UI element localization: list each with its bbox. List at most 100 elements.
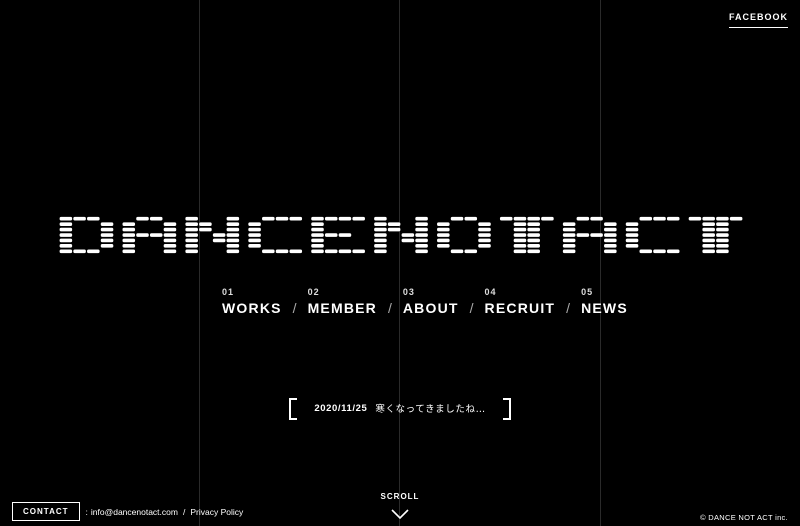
- logo-pixel: [527, 249, 540, 254]
- news-date: 2020/11/25: [314, 402, 368, 414]
- logo-pixel: [604, 238, 617, 243]
- logo-pixel: [604, 244, 617, 248]
- facebook-link[interactable]: FACEBOOK: [728, 12, 788, 28]
- logo-pixel: [185, 238, 198, 243]
- contact-button[interactable]: CONTACT: [12, 502, 80, 521]
- logo-pixel: [311, 227, 324, 232]
- logo-pixel: [163, 244, 177, 248]
- logo-pixel: [729, 216, 743, 221]
- email-link[interactable]: info@dancenotact.com: [91, 507, 178, 517]
- nav-item-works[interactable]: 01 WORKS: [222, 287, 282, 316]
- nav-separator: /: [387, 300, 392, 316]
- logo-pixel: [59, 244, 73, 248]
- nav-separator: /: [292, 300, 297, 316]
- main-nav: 01 WORKS / 02 MEMBER / 03 ABOUT / 04 REC…: [222, 287, 628, 316]
- logo-pixel: [374, 244, 387, 248]
- logo-pixel: [604, 222, 617, 226]
- logo-pixel: [324, 233, 338, 237]
- logo-pixel: [226, 244, 240, 248]
- logo-pixel: [122, 244, 136, 248]
- logo-pixel: [59, 249, 73, 254]
- logo-pixel: [415, 227, 428, 232]
- logo-pixel: [136, 216, 149, 221]
- logo-pixel: [122, 233, 136, 237]
- logo-pixel: [688, 216, 702, 221]
- logo-pixel: [374, 233, 387, 237]
- logo-pixel: [352, 216, 365, 221]
- nav-item-recruit[interactable]: 04 RECRUIT: [485, 287, 556, 316]
- logo-pixel: [248, 227, 261, 232]
- nav-label[interactable]: MEMBER: [308, 300, 377, 316]
- logo-pixel: [59, 238, 73, 243]
- nav-number: 02: [307, 287, 320, 297]
- logo-pixel: [149, 233, 163, 237]
- logo-pixel: [702, 238, 715, 243]
- scroll-indicator[interactable]: SCROLL: [376, 492, 424, 519]
- logo-pixel: [716, 227, 729, 232]
- logo-pixel: [73, 249, 86, 254]
- logo-pixel: [122, 238, 136, 243]
- footer-separator: /: [182, 506, 186, 517]
- logo-pixel: [702, 233, 715, 237]
- logo-pixel: [226, 216, 240, 221]
- logo-pixel: [527, 216, 540, 221]
- news-ticker[interactable]: 2020/11/25 寒くなってきましたね…: [289, 398, 511, 420]
- logo-pixel: [702, 249, 715, 254]
- nav-label[interactable]: RECRUIT: [485, 300, 556, 316]
- nav-label[interactable]: ABOUT: [403, 300, 459, 316]
- logo-pixel: [437, 227, 450, 232]
- logo-pixel: [338, 249, 352, 254]
- logo-pixel: [87, 216, 100, 221]
- nav-number: 01: [222, 287, 235, 297]
- logo-pixel: [527, 244, 540, 248]
- logo-pixel: [226, 249, 240, 254]
- logo-pixel: [527, 227, 540, 232]
- nav-item-news[interactable]: 05 NEWS: [581, 287, 628, 316]
- logo-pixel: [401, 238, 415, 243]
- logo-pixel: [185, 227, 198, 232]
- logo-pixel: [527, 222, 540, 226]
- logo-pixel: [248, 244, 261, 248]
- logo-pixel: [478, 222, 491, 226]
- logo-pixel: [163, 238, 177, 243]
- logo-pixel: [289, 216, 303, 221]
- logo-pixel: [513, 233, 527, 237]
- logo-pixel: [122, 249, 136, 254]
- site-logo[interactable]: [59, 216, 743, 254]
- bracket-left: [289, 398, 297, 420]
- logo-pixel: [87, 249, 100, 254]
- logo-pixel: [248, 233, 261, 237]
- privacy-policy-link[interactable]: Privacy Policy: [190, 507, 243, 517]
- logo-pixel: [527, 238, 540, 243]
- logo-pixel: [387, 222, 401, 226]
- logo-pixel: [73, 216, 86, 221]
- nav-label[interactable]: NEWS: [581, 300, 628, 316]
- nav-item-about[interactable]: 03 ABOUT: [403, 287, 459, 316]
- logo-pixel: [387, 227, 401, 232]
- nav-separator: /: [566, 300, 571, 316]
- logo-pixel: [590, 216, 603, 221]
- logo-pixel: [499, 216, 513, 221]
- logo-pixel: [122, 222, 136, 226]
- logo-pixel: [338, 233, 352, 237]
- scroll-label: SCROLL: [380, 492, 420, 501]
- logo-pixel: [415, 222, 428, 226]
- logo-pixel: [437, 222, 450, 226]
- nav-label[interactable]: WORKS: [222, 300, 282, 316]
- logo-pixel: [666, 249, 680, 254]
- logo-pixel: [716, 216, 729, 221]
- logo-pixel: [149, 216, 163, 221]
- logo-letter: [59, 216, 114, 254]
- grid-line: [600, 0, 601, 526]
- logo-pixel: [185, 244, 198, 248]
- logo-pixel: [100, 227, 114, 232]
- news-headline[interactable]: 寒くなってきましたね…: [375, 401, 485, 415]
- logo-pixel: [513, 249, 527, 254]
- nav-number: 04: [484, 287, 497, 297]
- logo-pixel: [324, 216, 338, 221]
- logo-pixel: [513, 238, 527, 243]
- logo-pixel: [311, 233, 324, 237]
- chevron-down-icon[interactable]: [391, 509, 409, 519]
- logo-pixel: [415, 249, 428, 254]
- nav-item-member[interactable]: 02 MEMBER: [308, 287, 377, 316]
